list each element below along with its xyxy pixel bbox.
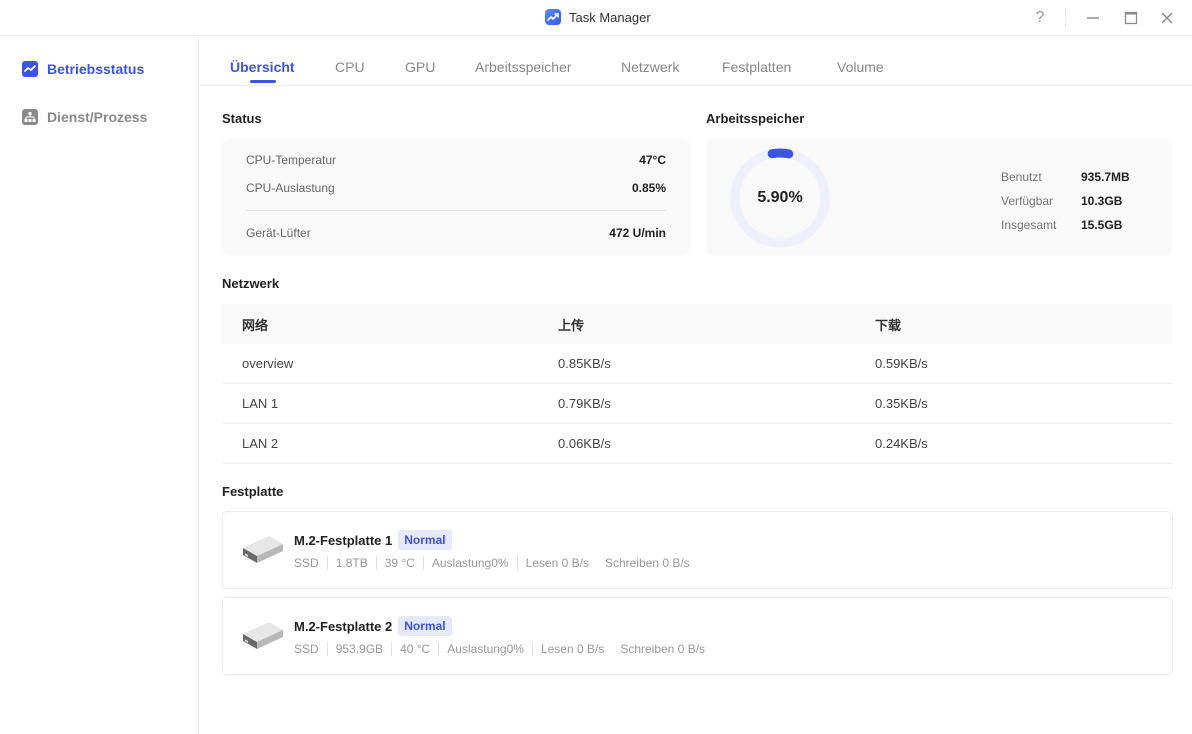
download-rate: 0.59KB/s xyxy=(875,356,928,371)
status-label: CPU-Auslastung xyxy=(246,181,335,195)
controls-divider xyxy=(1065,9,1066,27)
upload-rate: 0.06KB/s xyxy=(558,436,611,451)
tab-cpu[interactable]: CPU xyxy=(335,59,365,75)
minimize-icon xyxy=(1087,17,1099,19)
download-rate: 0.35KB/s xyxy=(875,396,928,411)
status-card: CPU-Temperatur 47°C CPU-Auslastung 0.85%… xyxy=(222,138,690,255)
memory-label: Verfügbar xyxy=(1001,194,1054,208)
column-header-upload: 上传 xyxy=(558,317,585,333)
status-badge: Normal xyxy=(398,530,452,550)
disk-name: M.2-Festplatte 2 xyxy=(294,618,393,634)
disk-temp: 39 °C xyxy=(384,556,415,570)
maximize-button[interactable] xyxy=(1116,3,1146,33)
memory-row-total: Insgesamt 15.5GB xyxy=(1001,218,1122,232)
tab-volume[interactable]: Volume xyxy=(837,59,884,75)
close-button[interactable] xyxy=(1152,3,1182,33)
status-title: Status xyxy=(222,111,262,126)
network-table: 网络 上传 下载 overview 0.85KB/s 0.59KB/s LAN … xyxy=(222,304,1172,464)
disk-read: Lesen 0 B/s xyxy=(540,642,605,656)
sidebar-item-label: Betriebsstatus xyxy=(47,61,145,77)
active-tab-indicator xyxy=(250,80,276,83)
upload-rate: 0.85KB/s xyxy=(558,356,611,371)
disk-type: SSD xyxy=(294,642,319,656)
minimize-button[interactable] xyxy=(1078,3,1108,33)
status-row-cpu-load: CPU-Auslastung 0.85% xyxy=(246,181,666,195)
memory-row-available: Verfügbar 10.3GB xyxy=(1001,194,1122,208)
disk-size: 1.8TB xyxy=(335,556,368,570)
disks-title: Festplatte xyxy=(222,484,284,499)
network-name: LAN 1 xyxy=(242,396,279,411)
tab-uebersicht[interactable]: Übersicht xyxy=(230,59,295,75)
disk-card-2[interactable]: M.2-Festplatte 2 Normal SSD 953.9GB 40 °… xyxy=(222,597,1173,675)
status-badge: Normal xyxy=(398,616,452,636)
upload-rate: 0.79KB/s xyxy=(558,396,611,411)
disk-meta: SSD 953.9GB 40 °C Auslastung0% Lesen 0 B… xyxy=(294,642,713,656)
title-bar: Task Manager ? xyxy=(0,0,1192,36)
memory-title: Arbeitsspeicher xyxy=(706,111,805,126)
network-table-header: 网络 上传 下载 xyxy=(222,304,1172,344)
memory-usage-percent: 5.90% xyxy=(757,189,803,206)
disk-read: Lesen 0 B/s xyxy=(525,556,589,570)
disk-name-group: M.2-Festplatte 2 Normal xyxy=(294,616,452,636)
status-row-fan: Gerät-Lüfter 472 U/min xyxy=(246,226,666,240)
memory-value: 15.5GB xyxy=(1081,218,1123,232)
table-row: LAN 2 0.06KB/s 0.24KB/s xyxy=(222,424,1172,464)
memory-label: Insgesamt xyxy=(1001,218,1057,232)
disk-type: SSD xyxy=(294,556,319,570)
trend-chart-icon xyxy=(22,61,38,77)
status-value: 0.85% xyxy=(631,181,666,195)
network-title: Netzwerk xyxy=(222,276,280,291)
sidebar-item-dienst-prozess[interactable]: Dienst/Prozess xyxy=(22,109,147,125)
memory-label: Benutzt xyxy=(1001,170,1042,184)
table-row: LAN 1 0.79KB/s 0.35KB/s xyxy=(222,384,1172,424)
ssd-drive-icon xyxy=(243,622,283,649)
status-row-cpu-temp: CPU-Temperatur 47°C xyxy=(246,153,666,167)
disk-meta: SSD 1.8TB 39 °C Auslastung0% Lesen 0 B/s… xyxy=(294,556,698,570)
status-label: CPU-Temperatur xyxy=(246,153,337,167)
column-header-network: 网络 xyxy=(242,317,269,333)
memory-value: 935.7MB xyxy=(1081,170,1130,184)
disk-load: Auslastung0% xyxy=(447,642,524,656)
window-controls: ? xyxy=(1025,0,1192,36)
close-icon xyxy=(1161,12,1173,24)
tab-gpu[interactable]: GPU xyxy=(405,59,435,75)
disk-name: M.2-Festplatte 1 xyxy=(294,532,393,548)
sidebar-item-label: Dienst/Prozess xyxy=(47,109,148,125)
status-value: 47°C xyxy=(639,153,666,167)
tab-arbeitsspeicher[interactable]: Arbeitsspeicher xyxy=(475,59,572,75)
status-value: 472 U/min xyxy=(609,226,666,240)
tab-netzwerk[interactable]: Netzwerk xyxy=(621,59,679,75)
hierarchy-icon xyxy=(22,109,38,125)
ssd-drive-icon xyxy=(243,536,283,563)
tab-festplatten[interactable]: Festplatten xyxy=(722,59,791,75)
network-name: LAN 2 xyxy=(242,436,279,451)
tab-bar: Übersicht CPU GPU Arbeitsspeicher Netzwe… xyxy=(200,37,1192,86)
window-title-group: Task Manager xyxy=(545,9,651,25)
column-header-download: 下载 xyxy=(875,317,902,333)
status-label: Gerät-Lüfter xyxy=(246,226,311,240)
sidebar-item-betriebsstatus[interactable]: Betriebsstatus xyxy=(22,61,144,77)
disk-write: Schreiben 0 B/s xyxy=(620,642,706,656)
network-name: overview xyxy=(242,356,294,371)
memory-value: 10.3GB xyxy=(1081,194,1123,208)
memory-row-used: Benutzt 935.7MB xyxy=(1001,170,1130,184)
status-divider xyxy=(246,210,666,211)
disk-load: Auslastung0% xyxy=(431,556,509,570)
window-title: Task Manager xyxy=(569,9,651,25)
disk-temp: 40 °C xyxy=(400,642,431,656)
disk-size: 953.9GB xyxy=(335,642,384,656)
maximize-icon xyxy=(1124,11,1138,25)
download-rate: 0.24KB/s xyxy=(875,436,928,451)
help-button[interactable]: ? xyxy=(1025,3,1055,33)
disk-card-1[interactable]: M.2-Festplatte 1 Normal SSD 1.8TB 39 °C … xyxy=(222,511,1173,589)
memory-card: 5.90% Benutzt 935.7MB Verfügbar 10.3GB I… xyxy=(706,138,1172,255)
table-row: overview 0.85KB/s 0.59KB/s xyxy=(222,344,1172,384)
sidebar: Betriebsstatus Dienst/Prozess xyxy=(0,37,199,734)
disk-write: Schreiben 0 B/s xyxy=(604,556,690,570)
disk-name-group: M.2-Festplatte 1 Normal xyxy=(294,530,452,550)
chart-trend-icon xyxy=(545,9,561,25)
